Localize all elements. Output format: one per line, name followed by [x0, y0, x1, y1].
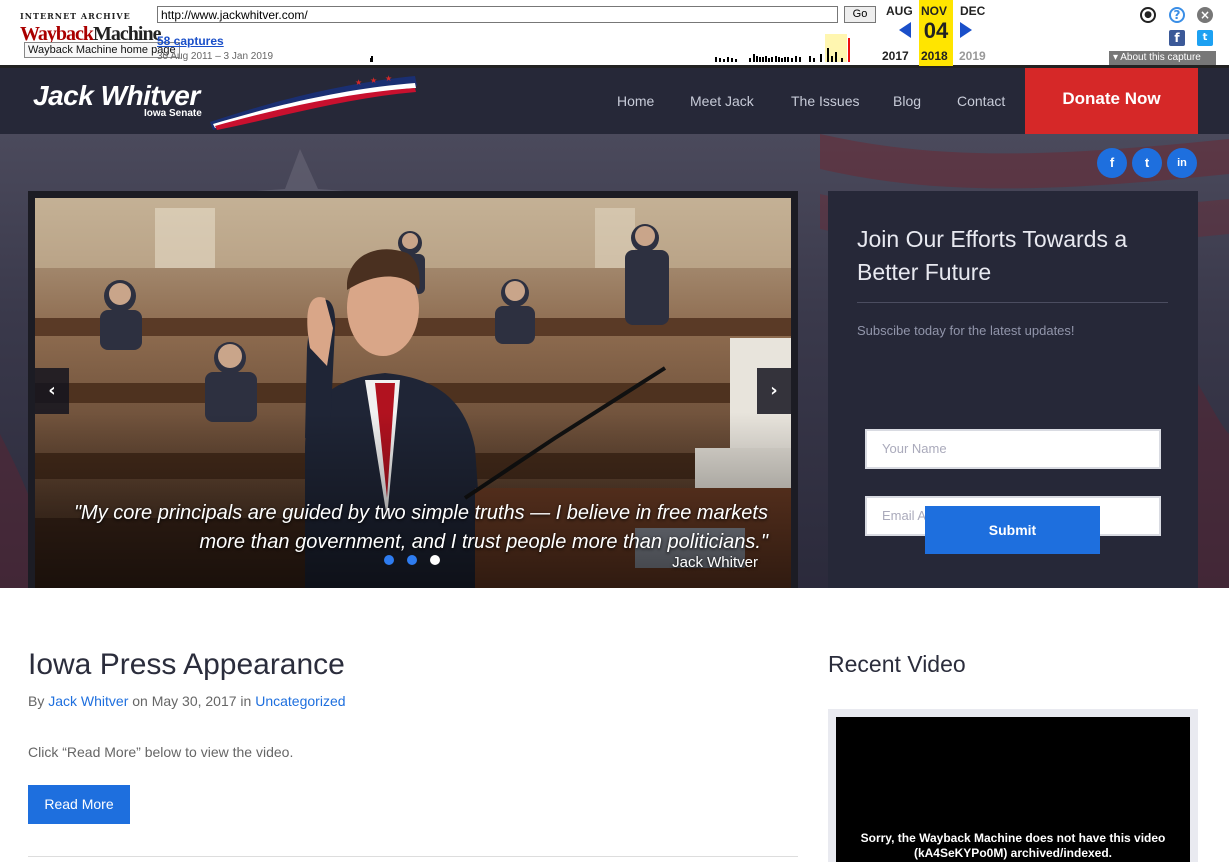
signup-title: Join Our Efforts Towards a Better Future — [857, 226, 1128, 285]
svg-text:★: ★ — [370, 76, 377, 85]
video-unavailable-message: Sorry, the Wayback Machine does not have… — [860, 831, 1166, 860]
post-title[interactable]: Iowa Press Appearance — [28, 648, 345, 682]
wayback-captures-link[interactable]: 58 captures — [157, 34, 224, 48]
slider-dot-3-active[interactable] — [430, 555, 440, 565]
wayback-year-prev[interactable]: 2017 — [882, 49, 909, 63]
flag-swoosh-logo: ★ ★ ★ — [210, 74, 417, 130]
hero-section: f t in "My core principals are guided by… — [0, 134, 1229, 588]
wayback-capture-range: 30 Aug 2011 – 3 Jan 2019 — [157, 51, 274, 62]
wayback-day-current: 04 — [923, 18, 949, 43]
facebook-social-icon[interactable]: f — [1097, 148, 1127, 178]
twitter-icon[interactable]: t — [1197, 30, 1213, 46]
chevron-right-icon[interactable]: › — [757, 368, 791, 414]
slider-dot-1[interactable] — [384, 555, 394, 565]
post-meta-by: By — [28, 693, 49, 709]
wayback-year-current: 2018 — [921, 49, 948, 63]
wayback-toolbar: INTERNET ARCHIVE WaybackMachine Wayback … — [0, 0, 1229, 68]
slider-quote: "My core principals are guided by two si… — [73, 502, 768, 553]
signup-subtitle: Subscibe today for the latest updates! — [857, 323, 1075, 338]
nav-the-issues[interactable]: The Issues — [791, 93, 859, 109]
hero-slider: "My core principals are guided by two si… — [28, 191, 798, 588]
about-capture-toggle[interactable]: ▾ About this capture — [1109, 51, 1216, 65]
svg-text:★: ★ — [385, 74, 392, 83]
wayback-prev-capture-icon[interactable] — [899, 22, 911, 38]
donate-now-button[interactable]: Donate Now — [1025, 68, 1198, 134]
chevron-left-icon[interactable]: ‹ — [35, 368, 69, 414]
signup-panel: Join Our Efforts Towards a Better Future… — [828, 191, 1198, 588]
svg-text:★: ★ — [355, 78, 362, 87]
user-icon[interactable]: ● — [1140, 7, 1156, 23]
name-input[interactable]: Your Name — [865, 429, 1161, 469]
recent-video-title: Recent Video — [828, 651, 966, 677]
wayback-next-capture-icon[interactable] — [960, 22, 972, 38]
close-icon[interactable]: × — [1197, 7, 1213, 23]
nav-home[interactable]: Home — [617, 93, 654, 109]
post-meta: By Jack Whitver on May 30, 2017 in Uncat… — [28, 693, 346, 709]
nav-contact[interactable]: Contact — [957, 93, 1005, 109]
slider-quote-author: Jack Whitver — [672, 554, 758, 571]
wayback-logo-top: INTERNET ARCHIVE — [20, 11, 131, 21]
submit-button[interactable]: Submit — [925, 506, 1100, 554]
wayback-year-next: 2019 — [959, 49, 986, 63]
read-more-button[interactable]: Read More — [28, 785, 130, 824]
signup-divider — [857, 302, 1168, 303]
site-logo-subtitle: Iowa Senate — [144, 108, 202, 119]
post-meta-date: on May 30, 2017 in — [128, 693, 256, 709]
wayback-capture-sparkline[interactable] — [275, 34, 870, 62]
post-excerpt: Click “Read More” below to view the vide… — [28, 744, 294, 760]
wayback-month-prev[interactable]: AUG — [886, 4, 913, 18]
nav-blog[interactable]: Blog — [893, 93, 921, 109]
wayback-month-next[interactable]: DEC — [960, 4, 985, 18]
linkedin-social-icon[interactable]: in — [1167, 148, 1197, 178]
nav-meet-jack[interactable]: Meet Jack — [690, 93, 754, 109]
recent-video-widget: Sorry, the Wayback Machine does not have… — [828, 709, 1198, 862]
wayback-url-input[interactable]: http://www.jackwhitver.com/ — [157, 6, 838, 23]
facebook-icon[interactable]: f — [1169, 30, 1185, 46]
post-author-link[interactable]: Jack Whitver — [48, 693, 128, 709]
post-divider — [28, 856, 798, 857]
site-header: Jack Whitver Iowa Senate ★ ★ ★ Home Meet… — [0, 68, 1229, 134]
wayback-month-current: NOV — [921, 4, 948, 18]
help-icon[interactable]: ? — [1169, 7, 1185, 23]
slider-dot-2[interactable] — [407, 555, 417, 565]
twitter-social-icon[interactable]: t — [1132, 148, 1162, 178]
about-capture-label: About this capture — [1120, 52, 1201, 63]
video-player[interactable]: Sorry, the Wayback Machine does not have… — [836, 717, 1190, 862]
wayback-go-button[interactable]: Go — [844, 6, 876, 23]
post-category-link[interactable]: Uncategorized — [255, 693, 345, 709]
